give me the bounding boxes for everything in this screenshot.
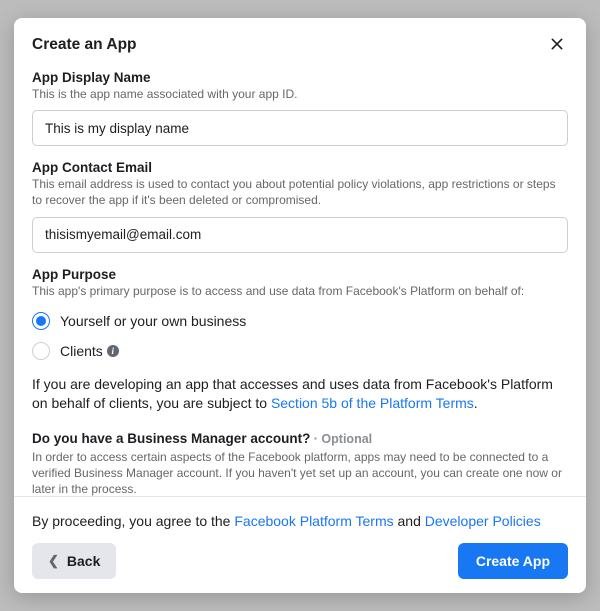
agreement-text: By proceeding, you agree to the Facebook… (32, 513, 568, 529)
purpose-option-self[interactable]: Yourself or your own business (32, 307, 568, 335)
dialog-footer: By proceeding, you agree to the Facebook… (14, 496, 586, 593)
purpose-option-clients-label: Clients (60, 343, 103, 359)
business-manager-label: Do you have a Business Manager account? (32, 431, 310, 446)
create-app-button[interactable]: Create App (458, 543, 568, 579)
create-app-button-label: Create App (476, 553, 550, 569)
back-button[interactable]: ❮ Back (32, 543, 116, 579)
contact-email-input[interactable] (32, 217, 568, 253)
contact-email-hint: This email address is used to contact yo… (32, 176, 568, 208)
purpose-section: App Purpose This app's primary purpose i… (32, 267, 568, 365)
radio-icon (32, 312, 50, 330)
platform-terms-link[interactable]: Facebook Platform Terms (234, 513, 393, 529)
platform-terms-5b-link[interactable]: Section 5b of the Platform Terms (271, 395, 474, 411)
purpose-option-self-label: Yourself or your own business (60, 313, 246, 329)
display-name-section: App Display Name This is the app name as… (32, 70, 568, 146)
display-name-input[interactable] (32, 110, 568, 146)
optional-tag: · Optional (310, 432, 372, 446)
dialog-body: Create an App App Display Name This is t… (14, 18, 586, 496)
purpose-label: App Purpose (32, 267, 568, 282)
back-button-label: Back (67, 553, 100, 569)
close-icon (549, 36, 565, 52)
business-manager-section: Do you have a Business Manager account? … (32, 430, 568, 496)
developer-policies-link[interactable]: Developer Policies (425, 513, 541, 529)
display-name-label: App Display Name (32, 70, 568, 85)
create-app-dialog: Create an App App Display Name This is t… (14, 18, 586, 593)
agree-prefix: By proceeding, you agree to the (32, 513, 234, 529)
purpose-option-clients[interactable]: Clients i (32, 337, 568, 365)
business-manager-hint: In order to access certain aspects of th… (32, 449, 568, 496)
notice-suffix: . (474, 395, 478, 411)
dialog-header: Create an App (32, 34, 568, 56)
agree-and: and (394, 513, 425, 529)
display-name-hint: This is the app name associated with you… (32, 86, 568, 102)
footer-buttons: ❮ Back Create App (32, 543, 568, 579)
contact-email-label: App Contact Email (32, 160, 568, 175)
dialog-title: Create an App (32, 36, 137, 54)
contact-email-section: App Contact Email This email address is … (32, 160, 568, 252)
chevron-left-icon: ❮ (48, 553, 59, 569)
business-manager-label-row: Do you have a Business Manager account? … (32, 430, 568, 448)
info-icon[interactable]: i (107, 345, 119, 357)
purpose-hint: This app's primary purpose is to access … (32, 283, 568, 299)
close-button[interactable] (546, 34, 568, 56)
clients-notice: If you are developing an app that access… (32, 375, 568, 414)
radio-icon (32, 342, 50, 360)
